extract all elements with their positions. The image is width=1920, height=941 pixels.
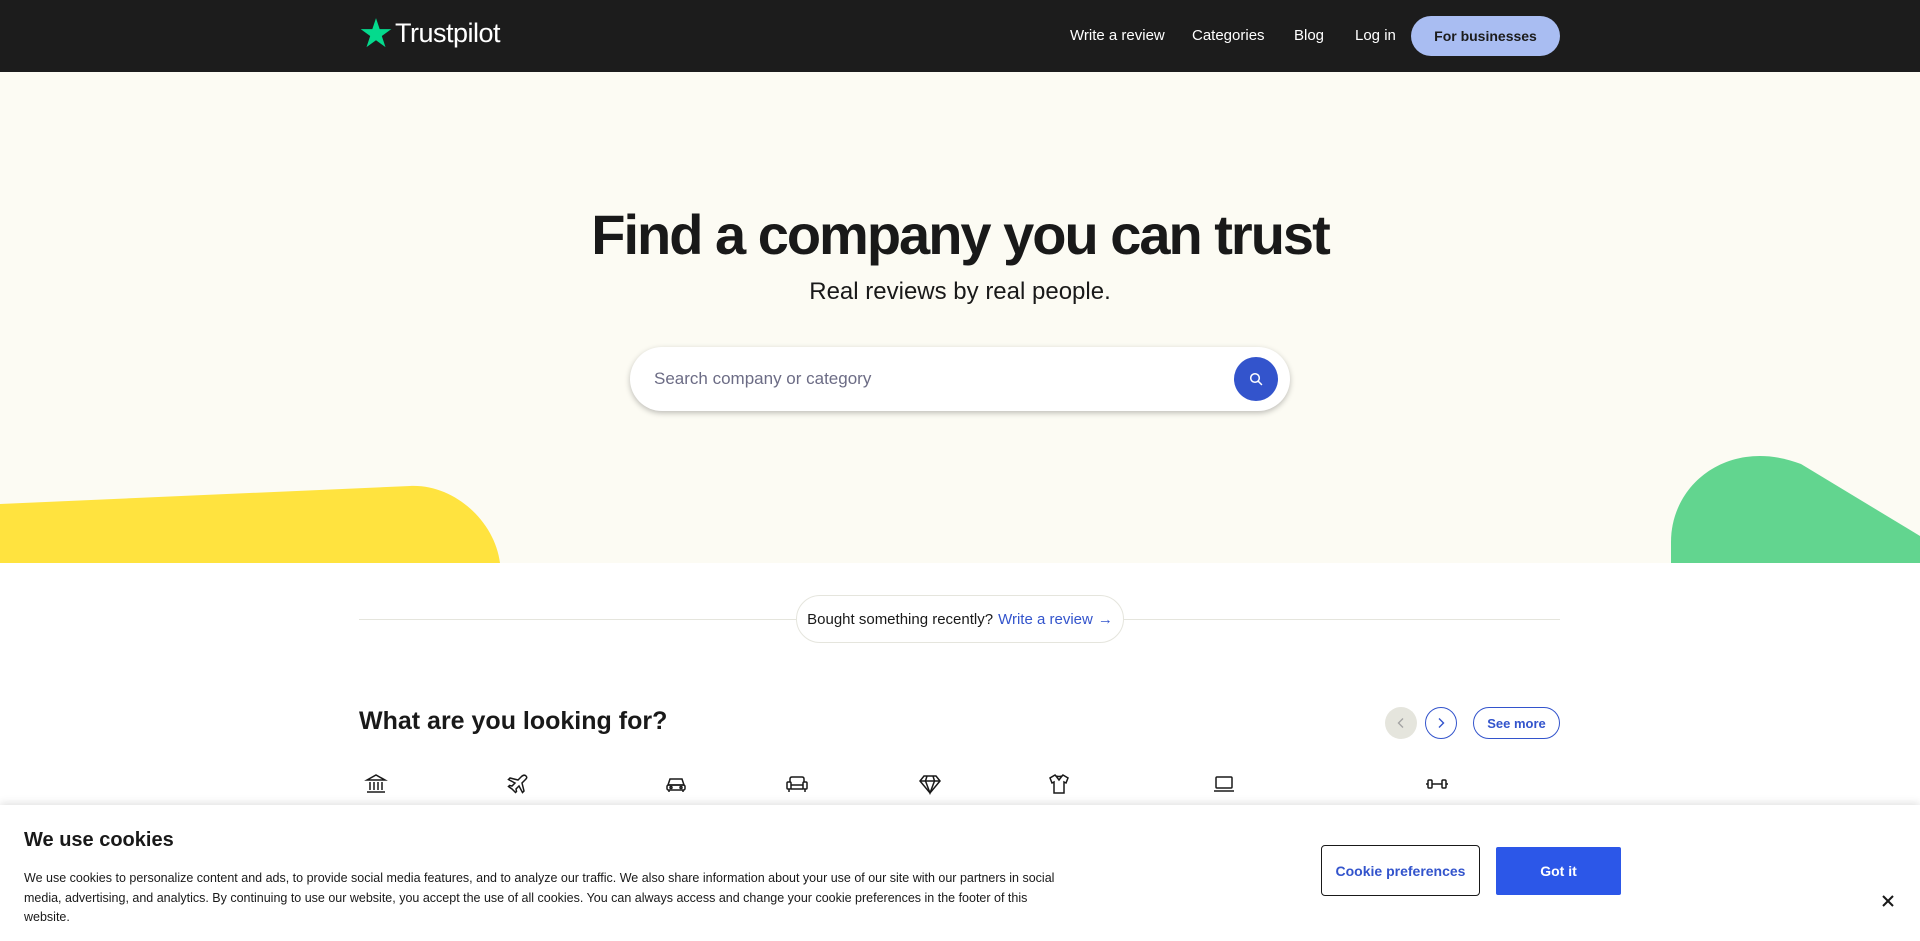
carousel-next-button[interactable] bbox=[1425, 707, 1457, 739]
trustpilot-logo[interactable]: Trustpilot bbox=[359, 16, 501, 50]
cookie-preferences-button[interactable]: Cookie preferences bbox=[1321, 845, 1480, 896]
got-it-button[interactable]: Got it bbox=[1496, 847, 1621, 895]
write-review-link-label: Write a review bbox=[998, 610, 1093, 628]
laptop-icon[interactable] bbox=[1212, 772, 1236, 796]
nav-write-review[interactable]: Write a review bbox=[1070, 27, 1165, 44]
cookie-banner: We use cookies We use cookies to persona… bbox=[0, 805, 1920, 941]
bought-recently-banner: Bought something recently? Write a revie… bbox=[796, 595, 1124, 643]
cookie-title: We use cookies bbox=[24, 829, 174, 851]
bank-icon[interactable] bbox=[364, 772, 388, 796]
search-input[interactable] bbox=[654, 365, 1214, 393]
hero-subtitle: Real reviews by real people. bbox=[809, 278, 1111, 305]
diamond-icon[interactable] bbox=[918, 772, 942, 796]
cookie-text: We use cookies to personalize content an… bbox=[24, 871, 1055, 924]
search-icon bbox=[1249, 372, 1263, 386]
hero-title: Find a company you can trust bbox=[591, 203, 1330, 266]
bought-recently-text: Bought something recently? bbox=[807, 610, 994, 628]
nav-login[interactable]: Log in bbox=[1355, 27, 1396, 44]
chevron-left-icon bbox=[1397, 718, 1404, 728]
dumbbell-icon[interactable] bbox=[1425, 772, 1449, 796]
top-navigation-bar: Trustpilot Write a review Categories Blo… bbox=[0, 0, 1920, 72]
airplane-icon[interactable] bbox=[506, 772, 530, 796]
star-icon bbox=[360, 18, 392, 48]
decorative-yellow-shape bbox=[0, 485, 500, 563]
write-review-link[interactable]: Write a review → bbox=[998, 611, 1113, 628]
car-icon[interactable] bbox=[664, 772, 688, 796]
for-businesses-button[interactable]: For businesses bbox=[1411, 16, 1560, 56]
tshirt-icon[interactable] bbox=[1047, 772, 1071, 796]
sofa-icon[interactable] bbox=[785, 772, 809, 796]
decorative-green-shape bbox=[1671, 455, 1920, 563]
arrow-right-icon: → bbox=[1097, 610, 1113, 628]
search-bar bbox=[630, 347, 1290, 411]
nav-categories[interactable]: Categories bbox=[1192, 27, 1265, 44]
close-icon bbox=[1882, 895, 1894, 907]
see-more-button[interactable]: See more bbox=[1473, 707, 1560, 739]
close-cookie-button[interactable] bbox=[1876, 889, 1900, 913]
hero-section: Find a company you can trust Real review… bbox=[0, 72, 1920, 563]
carousel-prev-button[interactable] bbox=[1385, 707, 1417, 739]
nav-blog[interactable]: Blog bbox=[1294, 27, 1324, 44]
logo-text: Trustpilot bbox=[395, 17, 501, 48]
search-button[interactable] bbox=[1234, 357, 1278, 401]
chevron-right-icon bbox=[1438, 718, 1445, 728]
categories-title: What are you looking for? bbox=[359, 707, 668, 735]
